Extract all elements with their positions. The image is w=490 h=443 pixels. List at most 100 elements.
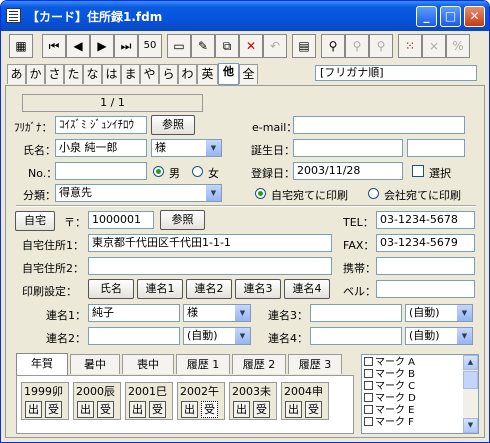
scroll-thumb[interactable]: [463, 371, 478, 389]
checkbox-icon[interactable]: [364, 405, 373, 414]
zoom-button[interactable]: 50: [138, 34, 162, 58]
birthday-input[interactable]: [293, 139, 403, 157]
joint1-input[interactable]: 純子: [88, 304, 180, 322]
joint4-input[interactable]: [310, 327, 402, 345]
checkbox-icon[interactable]: [364, 417, 373, 426]
gender-female-radio[interactable]: [192, 166, 203, 177]
print-office-radio[interactable]: [368, 188, 379, 199]
received-button[interactable]: 受: [45, 401, 62, 418]
addr1-input[interactable]: 東京都千代田区千代田1-1-1: [88, 234, 332, 252]
received-button[interactable]: 受: [201, 401, 218, 418]
checkbox-icon[interactable]: [364, 381, 373, 390]
print-setting-joint4-button[interactable]: 連名4: [284, 279, 330, 299]
kana-tab[interactable]: や: [140, 64, 159, 84]
close-button[interactable]: ✕: [464, 6, 485, 27]
mark-item[interactable]: マーク D: [364, 393, 416, 404]
sent-button[interactable]: 出: [181, 401, 198, 418]
home-button[interactable]: 自宅: [15, 211, 55, 231]
joint2-honorific-select[interactable]: (自動) ▼: [183, 327, 251, 345]
kana-tab[interactable]: 英: [197, 64, 218, 84]
kana-tab[interactable]: あ: [7, 64, 26, 84]
prev-record-icon[interactable]: ◀: [66, 34, 90, 58]
kana-tab[interactable]: た: [64, 64, 83, 84]
kana-tab[interactable]: ま: [121, 64, 140, 84]
tab-mochu[interactable]: 喪中: [122, 354, 174, 374]
paste-icon[interactable]: ▤: [292, 34, 316, 58]
checkbox-icon[interactable]: [364, 369, 373, 378]
zip-ref-button[interactable]: 参照: [160, 210, 205, 230]
maximize-button[interactable]: □: [440, 6, 461, 27]
last-record-icon[interactable]: ⏭: [114, 34, 138, 58]
checkbox-icon[interactable]: [364, 393, 373, 402]
tab-nenga[interactable]: 年賀: [16, 353, 68, 375]
list-view-icon[interactable]: ▦: [9, 34, 33, 58]
kana-tab[interactable]: か: [26, 64, 45, 84]
fax-input[interactable]: 03-1234-5679: [376, 234, 475, 252]
chevron-down-icon[interactable]: ▼: [206, 185, 221, 201]
title-bar[interactable]: 【カード】住所録1.fdm _ □ ✕: [1, 1, 489, 31]
filter-icon[interactable]: ⚲: [321, 34, 345, 58]
sent-button[interactable]: 出: [233, 401, 250, 418]
mark-item[interactable]: マーク B: [364, 369, 415, 380]
regdate-input[interactable]: 2003/11/28: [293, 162, 403, 180]
tab-shochu[interactable]: 暑中: [70, 354, 120, 374]
sent-button[interactable]: 出: [285, 401, 302, 418]
kana-tab[interactable]: ら: [159, 64, 178, 84]
chevron-down-icon[interactable]: ▼: [235, 305, 250, 321]
mark-item[interactable]: マーク E: [364, 405, 415, 416]
chevron-down-icon[interactable]: ▼: [235, 328, 250, 344]
copy-card-icon[interactable]: ⧉: [215, 34, 239, 58]
honorific-select[interactable]: 様 ▼: [151, 139, 222, 157]
addr2-input[interactable]: [88, 257, 332, 275]
kana-tab[interactable]: 全: [239, 64, 258, 84]
tab-history2[interactable]: 履歴 2: [232, 354, 286, 374]
edit-card-icon[interactable]: ✎: [191, 34, 215, 58]
tab-history1[interactable]: 履歴 1: [176, 354, 230, 374]
zip-input[interactable]: 1000001: [88, 211, 154, 229]
received-button[interactable]: 受: [97, 401, 114, 418]
joint3-honorific-select[interactable]: (自動) ▼: [405, 304, 473, 322]
print-setting-name-button[interactable]: 氏名: [88, 279, 134, 299]
kana-tab[interactable]: は: [102, 64, 121, 84]
print-setting-joint1-button[interactable]: 連名1: [137, 279, 183, 299]
joint1-honorific-select[interactable]: 様 ▼: [183, 304, 251, 322]
scroll-down-icon[interactable]: ▼: [463, 418, 478, 433]
category-select[interactable]: 得意先 ▼: [55, 184, 222, 202]
name-input[interactable]: 小泉 純一郎: [55, 139, 147, 157]
email-input[interactable]: [293, 116, 465, 134]
furigana-ref-button[interactable]: 参照: [151, 115, 195, 135]
minimize-button[interactable]: _: [416, 6, 437, 27]
tab-history3[interactable]: 履歴 3: [288, 354, 342, 374]
chevron-down-icon[interactable]: ▼: [457, 328, 472, 344]
chevron-down-icon[interactable]: ▼: [206, 140, 221, 156]
joint4-honorific-select[interactable]: (自動) ▼: [405, 327, 473, 345]
tel-input[interactable]: 03-1234-5678: [376, 211, 475, 229]
mobile-input[interactable]: [376, 257, 475, 275]
birthday-extra-input[interactable]: [407, 139, 465, 157]
mark-item[interactable]: マーク F: [364, 417, 414, 428]
print-home-radio[interactable]: [255, 188, 266, 199]
next-record-icon[interactable]: ▶: [90, 34, 114, 58]
mark-icon[interactable]: ⁙: [398, 34, 422, 58]
no-input[interactable]: [55, 162, 147, 180]
first-record-icon[interactable]: ⏮: [42, 34, 66, 58]
mark-list-scrollbar[interactable]: ▲ ▼: [463, 355, 478, 433]
mark-item[interactable]: マーク A: [364, 357, 415, 368]
gender-male-radio[interactable]: [153, 166, 164, 177]
kana-tab[interactable]: な: [83, 64, 102, 84]
sent-button[interactable]: 出: [77, 401, 94, 418]
chevron-down-icon[interactable]: ▼: [457, 305, 472, 321]
print-setting-joint3-button[interactable]: 連名3: [235, 279, 281, 299]
joint2-input[interactable]: [88, 327, 180, 345]
mark-clear-icon[interactable]: ⨯: [422, 34, 446, 58]
sent-button[interactable]: 出: [129, 401, 146, 418]
undo-icon[interactable]: ↶: [263, 34, 287, 58]
delete-icon[interactable]: ✕: [239, 34, 263, 58]
received-button[interactable]: 受: [253, 401, 270, 418]
scroll-up-icon[interactable]: ▲: [463, 355, 478, 370]
new-card-icon[interactable]: ▭: [167, 34, 191, 58]
checkbox-icon[interactable]: [364, 357, 373, 366]
filter-next-icon[interactable]: ⚲: [345, 34, 369, 58]
print-setting-joint2-button[interactable]: 連名2: [186, 279, 232, 299]
received-button[interactable]: 受: [305, 401, 322, 418]
